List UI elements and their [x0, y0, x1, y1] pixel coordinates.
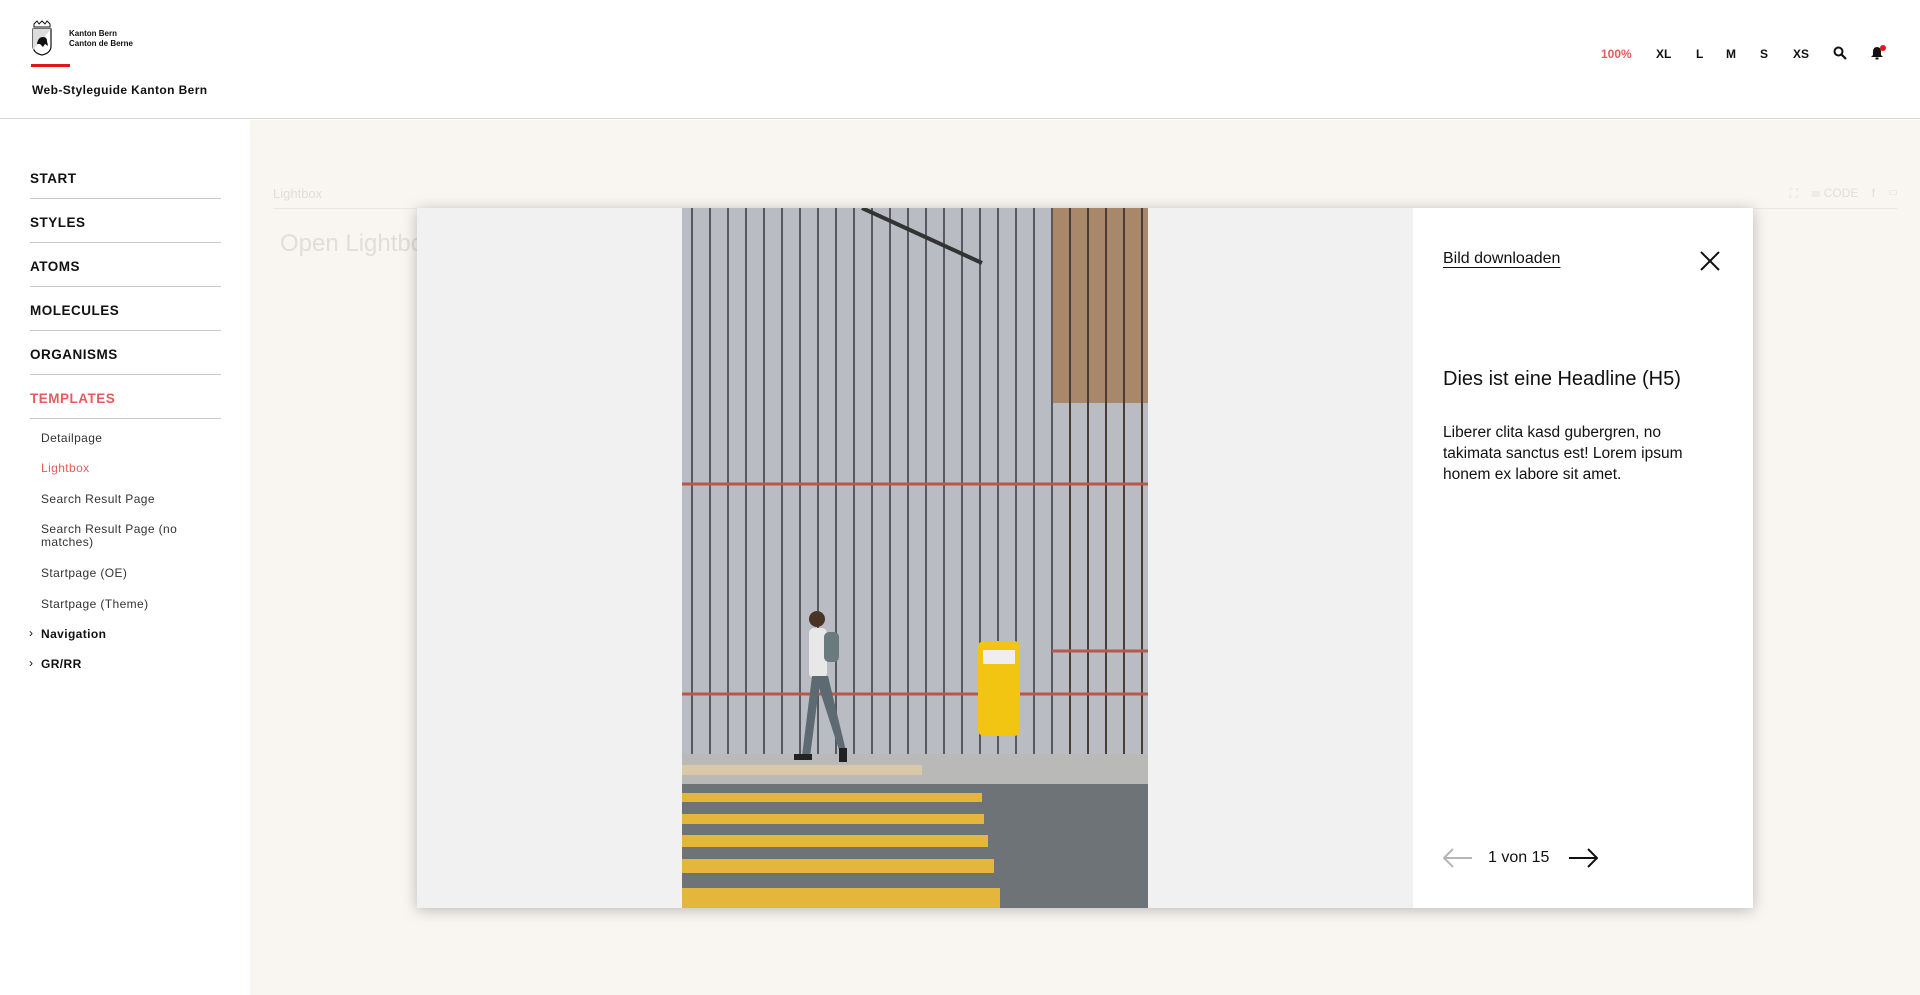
nav-atoms[interactable]: ATOMS [30, 259, 221, 287]
lightbox-headline: Dies ist eine Headline (H5) [1443, 368, 1681, 390]
sub-startpage-theme[interactable]: Startpage (Theme) [41, 598, 191, 611]
nav-styles-label: STYLES [30, 215, 86, 230]
arrow-left-icon[interactable] [1443, 848, 1473, 868]
code-toggle-label: CODE [1823, 186, 1859, 200]
logo-line-2: Canton de Berne [69, 39, 134, 48]
nav-molecules[interactable]: MOLECULES [30, 303, 221, 331]
lightbox-pager: 1 von 15 [1443, 848, 1643, 868]
nav-templates-label: TEMPLATES [30, 391, 116, 406]
chevron-right-icon: › [29, 626, 33, 640]
lightbox-image [682, 208, 1148, 908]
zoom-m[interactable]: M [1726, 47, 1736, 61]
notification-bell[interactable] [1870, 45, 1886, 60]
comment-icon[interactable]: ▭ [1888, 186, 1898, 200]
nav-organisms-label: ORGANISMS [30, 347, 118, 362]
logo-line-1: Kanton Bern [69, 29, 117, 38]
site-title[interactable]: Web-Styleguide Kanton Bern [32, 83, 208, 97]
download-image-link[interactable]: Bild downloaden [1443, 250, 1560, 268]
page-toolbar: ⛶ ☰ CODE f ▭ [1790, 186, 1898, 201]
sub-search-result-page[interactable]: Search Result Page [41, 493, 191, 506]
lightbox-body-text: Liberer clita kasd gubergren, no takimat… [1443, 424, 1683, 483]
zoom-100[interactable]: 100% [1601, 47, 1632, 61]
code-toggle[interactable]: ☰ CODE [1811, 186, 1858, 200]
group-navigation[interactable]: Navigation [41, 628, 191, 641]
sidebar-nav: START STYLES ATOMS MOLECULES ORGANISMS T… [0, 120, 250, 995]
arrow-right-icon[interactable] [1568, 848, 1598, 868]
nav-templates[interactable]: TEMPLATES [30, 391, 221, 419]
sub-lightbox[interactable]: Lightbox [41, 462, 191, 475]
chevron-right-icon: › [29, 656, 33, 670]
logo-accent-bar [31, 64, 70, 67]
zoom-xs[interactable]: XS [1793, 47, 1809, 61]
notification-dot [1880, 45, 1886, 51]
nav-atoms-label: ATOMS [30, 259, 81, 274]
lightbox-dialog: Bild downloaden Dies ist eine Headline (… [417, 208, 1753, 908]
nav-molecules-label: MOLECULES [30, 303, 120, 318]
zoom-l[interactable]: L [1696, 47, 1703, 61]
lightbox-image-stage [417, 208, 1413, 908]
nav-start-label: START [30, 171, 77, 186]
nav-start[interactable]: START [30, 171, 221, 199]
site-header: Kanton Bern Canton de Berne Web-Stylegui… [0, 0, 1920, 119]
sub-detailpage[interactable]: Detailpage [41, 432, 191, 445]
zoom-xl[interactable]: XL [1656, 47, 1671, 61]
nav-styles[interactable]: STYLES [30, 215, 221, 243]
logo-wordmark: Kanton Bern Canton de Berne [69, 29, 133, 49]
search-icon[interactable] [1833, 46, 1847, 60]
open-lightbox-button[interactable]: Open Lightbox [280, 230, 436, 258]
sub-search-result-page-no-matches[interactable]: Search Result Page (no matches) [41, 523, 191, 549]
bern-coat-of-arms-logo[interactable] [31, 20, 53, 56]
lightbox-info-panel: Bild downloaden Dies ist eine Headline (… [1413, 208, 1753, 908]
nav-organisms[interactable]: ORGANISMS [30, 347, 221, 375]
image-counter: 1 von 15 [1488, 849, 1550, 866]
sub-startpage-oe[interactable]: Startpage (OE) [41, 567, 191, 580]
fullscreen-icon[interactable]: ⛶ [1790, 186, 1798, 200]
zoom-s[interactable]: S [1760, 47, 1768, 61]
facebook-icon[interactable]: f [1872, 186, 1875, 200]
close-icon[interactable] [1699, 250, 1721, 272]
page-title: Lightbox [273, 186, 323, 201]
group-gr-rr[interactable]: GR/RR [41, 658, 191, 671]
